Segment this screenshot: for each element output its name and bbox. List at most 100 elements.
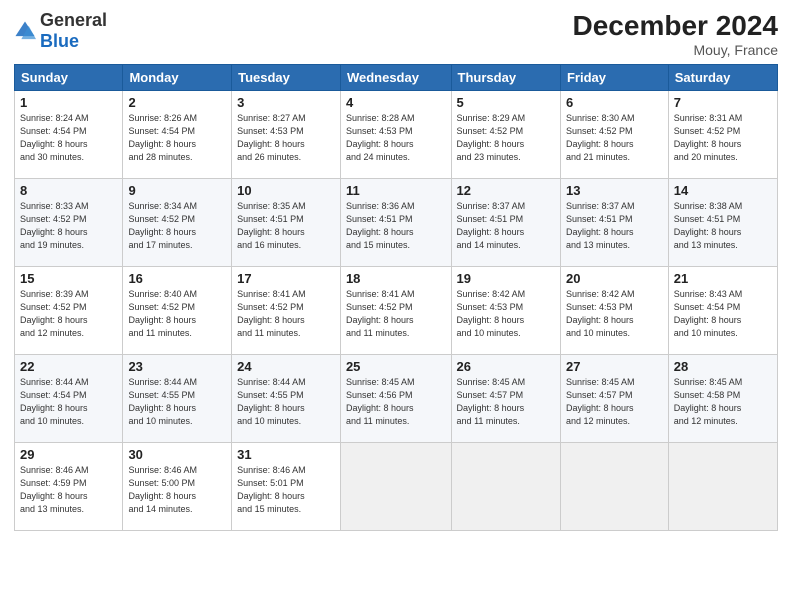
day-info: Sunrise: 8:31 AM Sunset: 4:52 PM Dayligh… (674, 112, 772, 164)
calendar-cell: 6 Sunrise: 8:30 AM Sunset: 4:52 PM Daylig… (560, 91, 668, 179)
calendar-cell (340, 443, 451, 531)
day-number: 27 (566, 359, 663, 374)
calendar-cell: 8 Sunrise: 8:33 AM Sunset: 4:52 PM Daylig… (15, 179, 123, 267)
day-info: Sunrise: 8:45 AM Sunset: 4:56 PM Dayligh… (346, 376, 446, 428)
day-number: 28 (674, 359, 772, 374)
day-info: Sunrise: 8:38 AM Sunset: 4:51 PM Dayligh… (674, 200, 772, 252)
day-number: 8 (20, 183, 117, 198)
week-row-1: 8 Sunrise: 8:33 AM Sunset: 4:52 PM Daylig… (15, 179, 778, 267)
day-info: Sunrise: 8:42 AM Sunset: 4:53 PM Dayligh… (566, 288, 663, 340)
calendar-cell: 10Sunrise: 8:35 AM Sunset: 4:51 PM Dayli… (232, 179, 341, 267)
day-number: 4 (346, 95, 446, 110)
calendar-cell: 21 Sunrise: 8:43 AM Sunset: 4:54 PM Dayli… (668, 267, 777, 355)
calendar-cell: 29 Sunrise: 8:46 AM Sunset: 4:59 PM Dayli… (15, 443, 123, 531)
week-row-2: 15 Sunrise: 8:39 AM Sunset: 4:52 PM Dayli… (15, 267, 778, 355)
day-number: 12 (457, 183, 555, 198)
day-info: Sunrise: 8:43 AM Sunset: 4:54 PM Dayligh… (674, 288, 772, 340)
day-info: Sunrise: 8:42 AM Sunset: 4:53 PM Dayligh… (457, 288, 555, 340)
day-number: 9 (128, 183, 226, 198)
calendar-cell: 9 Sunrise: 8:34 AM Sunset: 4:52 PM Daylig… (123, 179, 232, 267)
day-number: 15 (20, 271, 117, 286)
calendar-cell: 20 Sunrise: 8:42 AM Sunset: 4:53 PM Dayli… (560, 267, 668, 355)
calendar-cell: 30Sunrise: 8:46 AM Sunset: 5:00 PM Dayli… (123, 443, 232, 531)
calendar-cell: 17 Sunrise: 8:41 AM Sunset: 4:52 PM Dayli… (232, 267, 341, 355)
day-number: 29 (20, 447, 117, 462)
day-info: Sunrise: 8:44 AM Sunset: 4:55 PM Dayligh… (237, 376, 335, 428)
title-block: December 2024 Mouy, France (573, 10, 778, 58)
header: General Blue December 2024 Mouy, France (14, 10, 778, 58)
header-monday: Monday (123, 65, 232, 91)
calendar-cell: 12 Sunrise: 8:37 AM Sunset: 4:51 PM Dayli… (451, 179, 560, 267)
day-info: Sunrise: 8:46 AM Sunset: 5:01 PM Dayligh… (237, 464, 335, 516)
day-number: 18 (346, 271, 446, 286)
day-number: 1 (20, 95, 117, 110)
day-info: Sunrise: 8:46 AM Sunset: 4:59 PM Dayligh… (20, 464, 117, 516)
calendar-cell: 5 Sunrise: 8:29 AM Sunset: 4:52 PM Daylig… (451, 91, 560, 179)
day-info: Sunrise: 8:39 AM Sunset: 4:52 PM Dayligh… (20, 288, 117, 340)
day-number: 19 (457, 271, 555, 286)
day-info: Sunrise: 8:41 AM Sunset: 4:52 PM Dayligh… (237, 288, 335, 340)
day-number: 30 (128, 447, 226, 462)
day-number: 31 (237, 447, 335, 462)
day-info: Sunrise: 8:45 AM Sunset: 4:57 PM Dayligh… (457, 376, 555, 428)
day-info: Sunrise: 8:28 AM Sunset: 4:53 PM Dayligh… (346, 112, 446, 164)
day-info: Sunrise: 8:27 AM Sunset: 4:53 PM Dayligh… (237, 112, 335, 164)
day-number: 17 (237, 271, 335, 286)
day-info: Sunrise: 8:41 AM Sunset: 4:52 PM Dayligh… (346, 288, 446, 340)
calendar-table: Sunday Monday Tuesday Wednesday Thursday… (14, 64, 778, 531)
day-info: Sunrise: 8:29 AM Sunset: 4:52 PM Dayligh… (457, 112, 555, 164)
day-info: Sunrise: 8:33 AM Sunset: 4:52 PM Dayligh… (20, 200, 117, 252)
day-number: 20 (566, 271, 663, 286)
day-info: Sunrise: 8:36 AM Sunset: 4:51 PM Dayligh… (346, 200, 446, 252)
subtitle: Mouy, France (573, 42, 778, 58)
week-row-3: 22Sunrise: 8:44 AM Sunset: 4:54 PM Dayli… (15, 355, 778, 443)
day-info: Sunrise: 8:44 AM Sunset: 4:55 PM Dayligh… (128, 376, 226, 428)
day-number: 6 (566, 95, 663, 110)
calendar-cell: 4 Sunrise: 8:28 AM Sunset: 4:53 PM Daylig… (340, 91, 451, 179)
calendar-cell: 7 Sunrise: 8:31 AM Sunset: 4:52 PM Daylig… (668, 91, 777, 179)
logo-blue: Blue (40, 31, 79, 51)
calendar-cell: 27 Sunrise: 8:45 AM Sunset: 4:57 PM Dayli… (560, 355, 668, 443)
day-info: Sunrise: 8:37 AM Sunset: 4:51 PM Dayligh… (457, 200, 555, 252)
day-info: Sunrise: 8:24 AM Sunset: 4:54 PM Dayligh… (20, 112, 117, 164)
main-title: December 2024 (573, 10, 778, 42)
day-number: 10 (237, 183, 335, 198)
day-info: Sunrise: 8:37 AM Sunset: 4:51 PM Dayligh… (566, 200, 663, 252)
header-sunday: Sunday (15, 65, 123, 91)
header-tuesday: Tuesday (232, 65, 341, 91)
day-info: Sunrise: 8:30 AM Sunset: 4:52 PM Dayligh… (566, 112, 663, 164)
logo: General Blue (14, 10, 107, 52)
day-number: 16 (128, 271, 226, 286)
calendar-cell: 16Sunrise: 8:40 AM Sunset: 4:52 PM Dayli… (123, 267, 232, 355)
header-friday: Friday (560, 65, 668, 91)
day-number: 2 (128, 95, 226, 110)
calendar-cell (668, 443, 777, 531)
header-saturday: Saturday (668, 65, 777, 91)
week-row-0: 1 Sunrise: 8:24 AM Sunset: 4:54 PM Daylig… (15, 91, 778, 179)
day-number: 7 (674, 95, 772, 110)
day-number: 23 (128, 359, 226, 374)
calendar-cell: 15 Sunrise: 8:39 AM Sunset: 4:52 PM Dayli… (15, 267, 123, 355)
calendar-cell (560, 443, 668, 531)
day-info: Sunrise: 8:45 AM Sunset: 4:57 PM Dayligh… (566, 376, 663, 428)
calendar-cell: 28Sunrise: 8:45 AM Sunset: 4:58 PM Dayli… (668, 355, 777, 443)
day-number: 24 (237, 359, 335, 374)
week-row-4: 29 Sunrise: 8:46 AM Sunset: 4:59 PM Dayli… (15, 443, 778, 531)
day-info: Sunrise: 8:26 AM Sunset: 4:54 PM Dayligh… (128, 112, 226, 164)
logo-text: General Blue (40, 10, 107, 52)
page: General Blue December 2024 Mouy, France … (0, 0, 792, 612)
calendar-cell: 25 Sunrise: 8:45 AM Sunset: 4:56 PM Dayli… (340, 355, 451, 443)
calendar-cell: 23 Sunrise: 8:44 AM Sunset: 4:55 PM Dayli… (123, 355, 232, 443)
calendar-cell: 11Sunrise: 8:36 AM Sunset: 4:51 PM Dayli… (340, 179, 451, 267)
logo-icon (14, 20, 36, 42)
calendar-cell: 22Sunrise: 8:44 AM Sunset: 4:54 PM Dayli… (15, 355, 123, 443)
day-number: 5 (457, 95, 555, 110)
day-info: Sunrise: 8:44 AM Sunset: 4:54 PM Dayligh… (20, 376, 117, 428)
day-number: 25 (346, 359, 446, 374)
calendar-cell: 31 Sunrise: 8:46 AM Sunset: 5:01 PM Dayli… (232, 443, 341, 531)
calendar-cell: 19 Sunrise: 8:42 AM Sunset: 4:53 PM Dayli… (451, 267, 560, 355)
day-info: Sunrise: 8:34 AM Sunset: 4:52 PM Dayligh… (128, 200, 226, 252)
calendar-cell: 2 Sunrise: 8:26 AM Sunset: 4:54 PM Daylig… (123, 91, 232, 179)
header-thursday: Thursday (451, 65, 560, 91)
day-number: 21 (674, 271, 772, 286)
